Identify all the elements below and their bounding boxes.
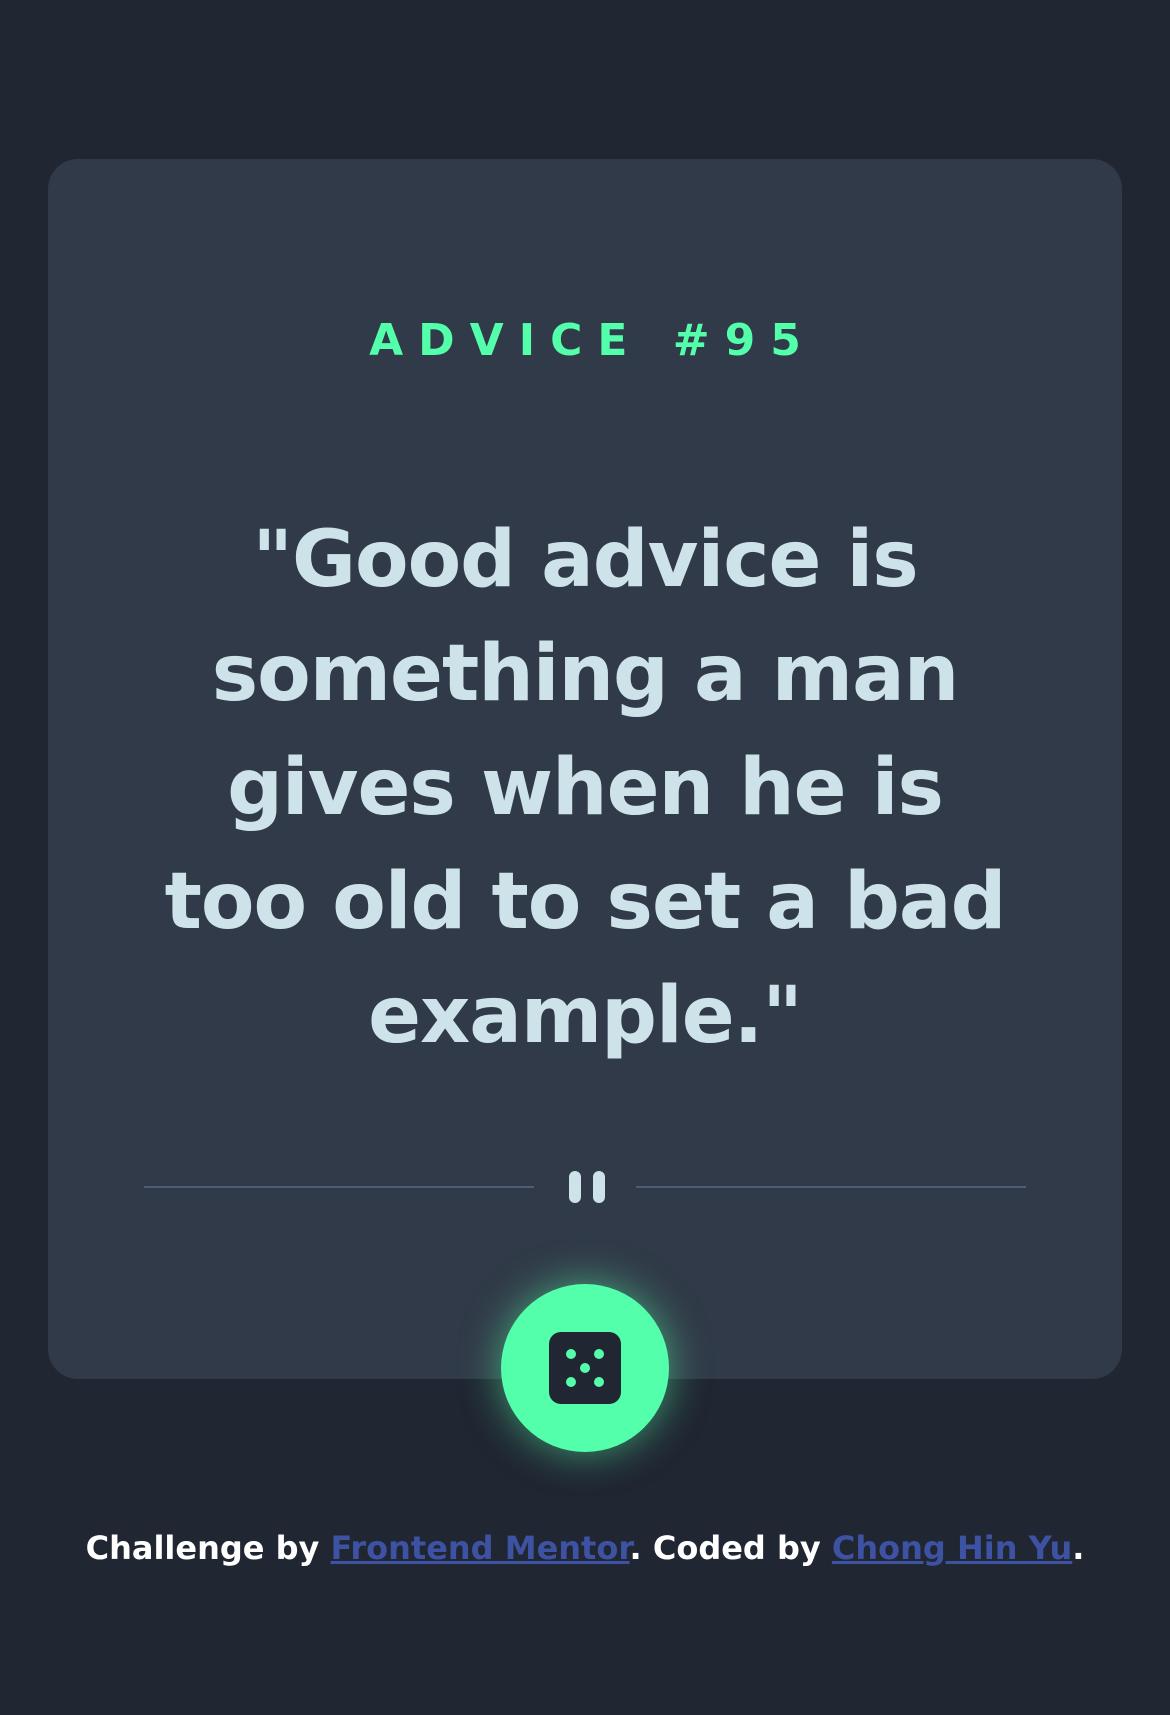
attribution-middle: . Coded by (629, 1529, 832, 1567)
pause-bar-right (593, 1171, 605, 1203)
dice-pip (580, 1363, 590, 1373)
attribution-suffix: . (1072, 1529, 1085, 1567)
dice-pip (594, 1377, 604, 1387)
dice-pip (566, 1349, 576, 1359)
pause-icon (563, 1165, 607, 1209)
dice-pip (566, 1377, 576, 1387)
attribution-footer: Challenge by Frontend Mentor. Coded by C… (0, 1526, 1170, 1570)
author-link[interactable]: Chong Hin Yu (832, 1529, 1072, 1567)
generate-advice-button[interactable] (501, 1284, 669, 1452)
pause-bar-left (569, 1171, 581, 1203)
divider (144, 1165, 1026, 1209)
attribution-prefix: Challenge by (85, 1529, 331, 1567)
dice-icon (549, 1332, 621, 1404)
page: { "advice": { "title": "ADVICE #95", "qu… (0, 0, 1170, 1715)
advice-quote: "Good advice is something a man gives wh… (164, 515, 1007, 1061)
frontend-mentor-link[interactable]: Frontend Mentor (331, 1529, 630, 1567)
advice-card: ADVICE #95 "Good advice is something a m… (48, 159, 1122, 1379)
advice-title: ADVICE #95 (369, 315, 816, 366)
divider-line-right (636, 1186, 1026, 1188)
dice-pip (594, 1349, 604, 1359)
divider-line-left (144, 1186, 534, 1188)
